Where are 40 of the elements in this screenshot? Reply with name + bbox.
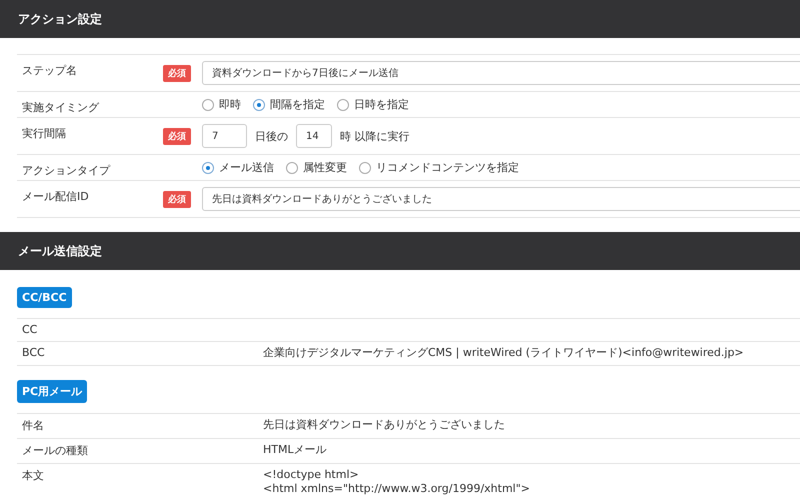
row-label: メールの種類: [21, 443, 89, 458]
row-value: 先日は資料ダウンロードありがとうございました: [263, 418, 505, 433]
hours-field[interactable]: 14: [296, 124, 332, 148]
required-badge: 必須: [163, 128, 191, 145]
row-label: BCC: [21, 346, 46, 360]
field-label: ステップ名: [21, 63, 78, 78]
radio-button[interactable]: [253, 98, 265, 110]
code-line: <!doctype html>: [263, 468, 360, 482]
group-tag: PC用メール: [17, 380, 88, 403]
field-label: 実施タイミング: [21, 100, 100, 115]
row-label: 件名: [21, 418, 45, 433]
hours-label: 時 以降に実行: [340, 128, 410, 144]
code-line: <html xmlns="http://www.w3.org/1999/xhtml">: [263, 482, 530, 496]
radio-option[interactable]: メール送信: [202, 160, 274, 175]
radio-option[interactable]: 属性変更: [286, 160, 347, 175]
radio-button[interactable]: [337, 98, 349, 110]
field-label: アクションタイプ: [21, 163, 112, 178]
row-value: HTMLメール: [263, 443, 327, 458]
days-field[interactable]: 7: [202, 124, 247, 148]
row-label: CC: [21, 323, 38, 336]
radio-button[interactable]: [359, 162, 371, 174]
row-value: 企業向けデジタルマーケティングCMS | writeWired (ライトワイヤード)<info@writewired.jp>: [263, 346, 744, 360]
radio-option[interactable]: 間隔を指定: [253, 97, 325, 112]
radio-option[interactable]: リコメンドコンテンツを指定: [359, 160, 519, 175]
days-label: 日後の: [255, 128, 288, 144]
required-badge: 必須: [163, 65, 191, 82]
radio-option[interactable]: 即時: [202, 97, 241, 112]
section-header: メール送信設定: [0, 232, 800, 270]
required-badge: 必須: [163, 191, 191, 208]
row-label: 本文: [21, 468, 45, 484]
radio-button[interactable]: [202, 98, 214, 110]
section-header: アクション設定: [0, 0, 800, 38]
radio-option[interactable]: 日時を指定: [337, 97, 409, 112]
group-tag: CC/BCC: [17, 287, 72, 308]
field-label: メール配信ID: [21, 189, 90, 204]
text-field[interactable]: 資料ダウンロードから7日後にメール送信: [202, 61, 800, 85]
radio-button[interactable]: [202, 162, 214, 174]
text-field[interactable]: 先日は資料ダウンロードありがとうございました: [202, 187, 800, 211]
field-label: 実行間隔: [21, 126, 67, 141]
radio-button[interactable]: [286, 162, 298, 174]
